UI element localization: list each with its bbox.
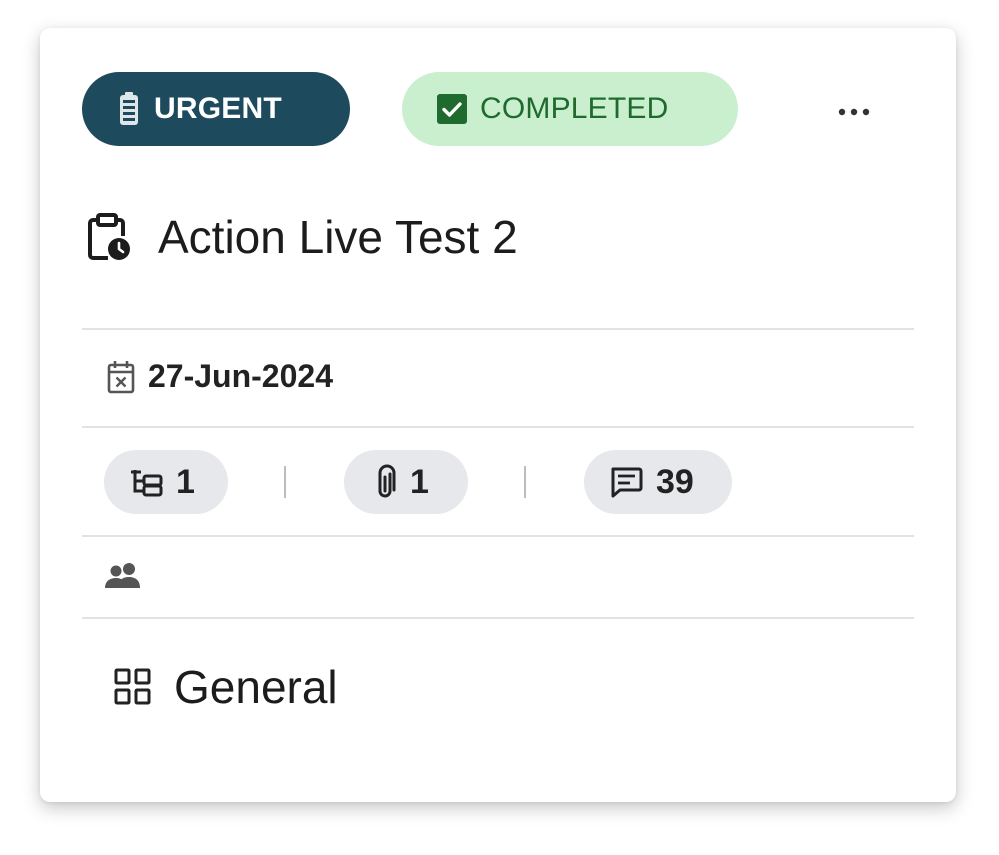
category-row: General	[114, 660, 338, 714]
status-label: COMPLETED	[480, 92, 669, 125]
priority-badge: URGENT	[82, 72, 350, 146]
action-title-row: Action Live Test 2	[86, 210, 518, 264]
paperclip-icon	[374, 464, 398, 500]
divider	[82, 328, 914, 330]
priority-label: URGENT	[154, 92, 282, 125]
action-card[interactable]: URGENT COMPLETED Action Live Test 2 27-J…	[40, 28, 956, 802]
clipboard-clock-icon	[86, 212, 130, 262]
attachments-count-chip[interactable]: 1	[344, 450, 468, 514]
subtask-tree-icon	[130, 467, 164, 497]
subtasks-count: 1	[176, 462, 195, 501]
category-label: General	[174, 661, 338, 713]
divider	[82, 617, 914, 619]
grid-icon	[114, 668, 152, 706]
more-horizontal-icon	[837, 108, 871, 116]
assignees-row[interactable]	[104, 561, 142, 589]
due-date: 27-Jun-2024	[148, 358, 333, 394]
divider	[82, 535, 914, 537]
attachments-count: 1	[410, 462, 429, 501]
checkbox-checked-icon	[436, 93, 468, 125]
comments-count-chip[interactable]: 39	[584, 450, 732, 514]
subtasks-count-chip[interactable]: 1	[104, 450, 228, 514]
due-date-row: 27-Jun-2024	[106, 358, 333, 395]
comment-icon	[608, 465, 644, 499]
divider	[82, 426, 914, 428]
status-badge: COMPLETED	[402, 72, 738, 146]
more-options-button[interactable]	[834, 102, 874, 122]
people-icon	[104, 561, 142, 589]
comments-count: 39	[656, 462, 694, 501]
separator	[524, 466, 526, 498]
calendar-x-icon	[106, 359, 136, 395]
separator	[284, 466, 286, 498]
battery-icon	[118, 92, 140, 126]
action-title[interactable]: Action Live Test 2	[158, 210, 518, 264]
